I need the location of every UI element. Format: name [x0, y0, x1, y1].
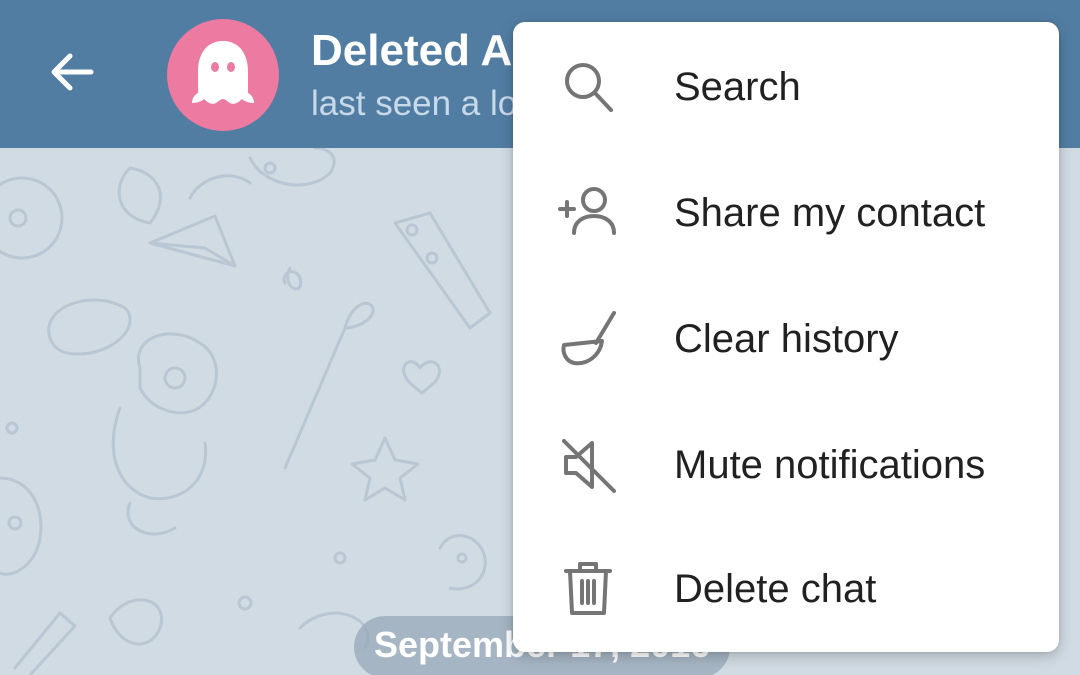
menu-item-mute-notifications[interactable]: Mute notifications	[513, 402, 1059, 528]
search-icon	[553, 52, 623, 122]
menu-item-delete-chat[interactable]: Delete chat	[513, 526, 1059, 652]
avatar[interactable]	[167, 19, 279, 131]
menu-item-label: Delete chat	[674, 567, 877, 611]
menu-item-label: Share my contact	[674, 191, 986, 235]
menu-item-label: Clear history	[674, 317, 899, 361]
add-contact-icon	[553, 178, 623, 248]
chat-options-menu: Search Share my contact Clear history Mu…	[513, 22, 1059, 652]
back-button[interactable]	[36, 40, 108, 108]
ghost-icon	[188, 37, 258, 114]
trash-icon	[553, 554, 623, 624]
broom-icon	[553, 304, 623, 374]
arrow-left-icon	[49, 52, 95, 97]
menu-item-search[interactable]: Search	[513, 24, 1059, 150]
mute-icon	[553, 430, 623, 500]
menu-item-share-contact[interactable]: Share my contact	[513, 150, 1059, 276]
menu-item-label: Mute notifications	[674, 443, 986, 487]
chat-screen: Deleted Account last seen a long time ag…	[0, 0, 1080, 675]
menu-item-label: Search	[674, 65, 801, 109]
menu-item-clear-history[interactable]: Clear history	[513, 276, 1059, 402]
